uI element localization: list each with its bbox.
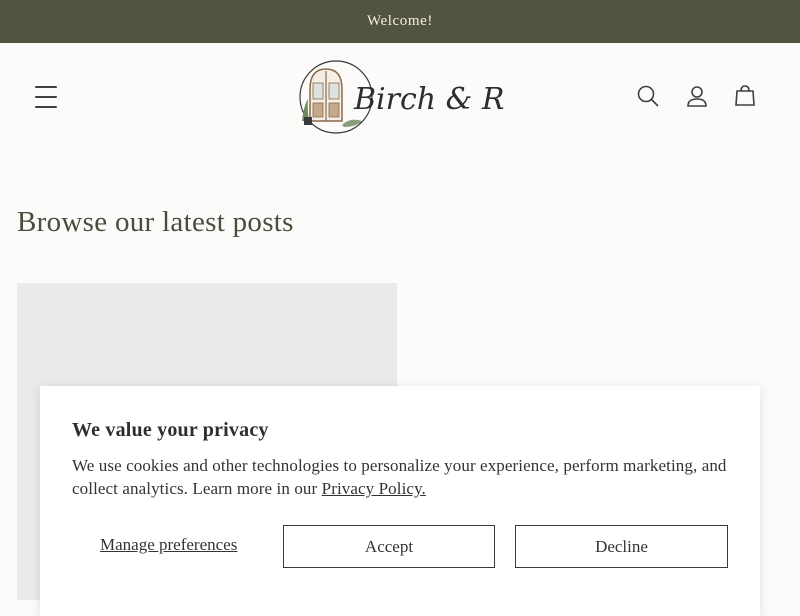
hamburger-menu-icon[interactable] xyxy=(30,83,62,111)
search-icon[interactable] xyxy=(633,81,663,111)
manage-preferences-link[interactable]: Manage preferences xyxy=(100,535,237,555)
cookie-actions: Manage preferences Accept Decline xyxy=(72,525,728,568)
page-title: Browse our latest posts xyxy=(17,206,294,238)
logo-wordmark: Birch & Rae xyxy=(353,82,504,117)
privacy-policy-link[interactable]: Privacy Policy. xyxy=(322,479,426,498)
site-logo[interactable]: Birch & Rae xyxy=(298,59,541,137)
announcement-bar: Welcome! xyxy=(0,0,800,43)
decline-button[interactable]: Decline xyxy=(515,525,728,568)
cookie-consent-banner: We value your privacy We use cookies and… xyxy=(40,386,760,616)
cookie-heading: We value your privacy xyxy=(72,419,269,441)
announcement-text: Welcome! xyxy=(366,13,434,29)
account-icon[interactable] xyxy=(682,81,712,111)
cart-icon[interactable] xyxy=(730,81,760,111)
site-header: Birch & Rae xyxy=(0,43,800,151)
cookie-body: We use cookies and other technologies to… xyxy=(72,454,728,500)
accept-button[interactable]: Accept xyxy=(283,525,495,568)
logo-image: Birch & Rae xyxy=(299,60,541,134)
